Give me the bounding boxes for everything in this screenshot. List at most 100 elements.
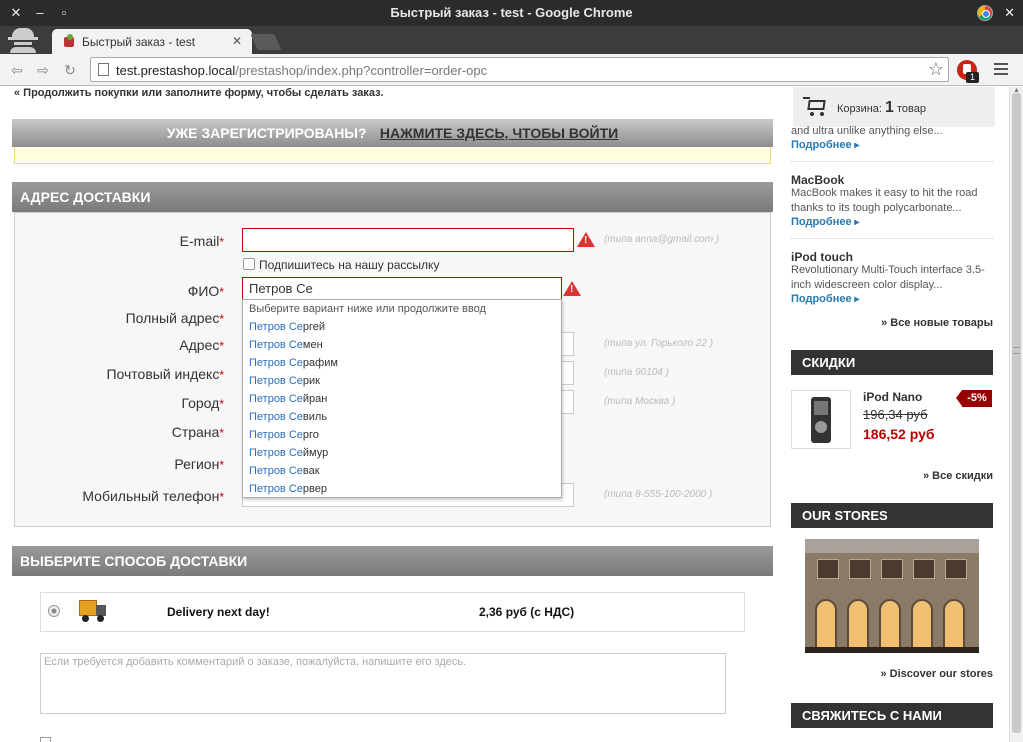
shipping-section-heading: ВЫБЕРИТЕ СПОСОБ ДОСТАВКИ [12, 546, 773, 576]
new-product-desc: MacBook makes it easy to hit the road th… [791, 187, 978, 214]
truck-icon [79, 600, 107, 622]
tab-close-icon[interactable]: ✕ [232, 34, 242, 48]
suggestion-item[interactable]: Петров Серго [249, 429, 319, 441]
more-link[interactable]: Подробнее [791, 216, 859, 228]
suggestion-item[interactable]: Петров Сервер [249, 483, 327, 495]
site-favicon-icon [64, 34, 74, 47]
new-price: 186,52 руб [863, 426, 935, 442]
email-hint: (типа anna@gmail.com ) [604, 234, 720, 245]
reload-icon[interactable]: ↻ [61, 61, 79, 79]
suggestion-item[interactable]: Петров Севиль [249, 411, 327, 423]
suggestion-item[interactable]: Петров Серафим [249, 357, 338, 369]
newsletter-checkbox[interactable] [243, 258, 255, 270]
suggestion-item[interactable]: Петров Сергей [249, 321, 325, 333]
newsletter-label: Подпишитесь на нашу рассылку [259, 258, 440, 272]
all-specials-link[interactable]: » Все скидки [923, 470, 993, 482]
country-label: Страна* [171, 424, 224, 440]
discover-stores-link[interactable]: » Discover our stores [881, 668, 994, 680]
all-new-products-link[interactable]: » Все новые товары [881, 317, 993, 329]
specials-heading: СКИДКИ [791, 350, 993, 375]
city-hint: (типа Москва ) [604, 396, 676, 407]
page-scrollbar[interactable]: ▲ [1009, 87, 1023, 742]
fio-suggestions-dropdown: Выберите вариант ниже или продолжите вво… [242, 299, 562, 498]
fio-field[interactable]: Петров Се [242, 277, 562, 301]
new-product-desc: and ultra unlike anything else... [791, 125, 943, 137]
stores-heading: OUR STORES [791, 503, 993, 528]
cart-icon [803, 97, 827, 117]
discount-badge: -5% [956, 390, 992, 407]
continue-shopping-line: « Продолжить покупки или заполните форму… [14, 87, 384, 99]
more-link[interactable]: Подробнее [791, 139, 859, 151]
phone-hint: (типа 8-555-100-2000 ) [604, 489, 713, 500]
carrier-price: 2,36 руб (с НДС) [479, 605, 575, 619]
email-warning-icon [577, 232, 595, 247]
login-notice-box [14, 147, 771, 164]
address-bar[interactable]: test.prestashop.local/prestashop/index.p… [90, 57, 949, 82]
url-path: /prestashop/index.php?controller=order-o… [235, 63, 488, 78]
postcode-hint: (типа 90104 ) [604, 367, 669, 378]
suggestion-item[interactable]: Петров Серик [249, 375, 320, 387]
already-registered-text: УЖЕ ЗАРЕГИСТРИРОВАНЫ? [166, 125, 367, 141]
page-viewport: « Продолжить покупки или заполните форму… [0, 87, 1023, 742]
forward-arrow-icon[interactable]: ⇨ [34, 61, 52, 79]
chrome-logo-icon [977, 5, 993, 21]
suggestions-header: Выберите вариант ниже или продолжите вво… [249, 303, 486, 315]
phone-label: Мобильный телефон* [82, 488, 224, 504]
carrier-name: Delivery next day! [167, 605, 270, 619]
divider [791, 161, 993, 162]
suggestion-item[interactable]: Петров Семен [249, 339, 323, 351]
ipod-nano-image[interactable] [791, 390, 851, 449]
window-close-icon[interactable]: ✕ [1004, 5, 1015, 21]
scrollbar-grip [1013, 347, 1020, 354]
login-bar: УЖЕ ЗАРЕГИСТРИРОВАНЫ? НАЖМИТЕ ЗДЕСЬ, ЧТО… [12, 119, 773, 147]
full-address-label: Полный адрес* [125, 310, 224, 326]
url-host: test.prestashop.local [116, 63, 236, 78]
region-label: Регион* [174, 456, 224, 472]
special-product-name[interactable]: iPod Nano [863, 390, 922, 404]
extension-badge: 1 [966, 72, 979, 83]
address-hint: (типа ул. Горького 22 ) [604, 338, 714, 349]
fio-label: ФИО* [187, 283, 224, 299]
back-arrow-icon[interactable]: ⇦ [8, 61, 26, 79]
window-title: Быстрый заказ - test - Google Chrome [390, 5, 633, 20]
store-photo[interactable] [805, 539, 979, 653]
carrier-radio[interactable] [48, 605, 60, 617]
chrome-menu-icon[interactable] [994, 63, 1008, 78]
order-comment-textarea[interactable]: Если требуется добавить комментарий о за… [40, 653, 726, 714]
email-field[interactable] [242, 228, 574, 252]
suggestion-item[interactable]: Петров Севак [249, 465, 320, 477]
suggestion-item[interactable]: Петров Сейран [249, 393, 327, 405]
continue-shopping-link[interactable]: « Продолжить покупки [14, 87, 138, 99]
tab-title: Быстрый заказ - test [82, 35, 196, 49]
cart-summary: Корзина: 1 товар [837, 99, 926, 116]
suggestion-item[interactable]: Петров Сеймур [249, 447, 328, 459]
email-label: E-mail* [179, 233, 224, 249]
scroll-up-icon[interactable]: ▲ [1013, 87, 1020, 94]
scrollbar-thumb[interactable] [1012, 93, 1021, 733]
url-text[interactable]: test.prestashop.local/prestashop/index.p… [116, 63, 487, 78]
login-link[interactable]: НАЖМИТЕ ЗДЕСЬ, ЧТОБЫ ВОЙТИ [380, 125, 618, 141]
old-price: 196,34 руб [863, 407, 928, 422]
bookmark-star-icon[interactable]: ☆ [928, 59, 944, 80]
new-tab-button[interactable] [250, 34, 282, 50]
terms-checkbox[interactable] [40, 737, 51, 742]
incognito-icon [6, 28, 40, 53]
divider [791, 238, 993, 239]
new-product-name[interactable]: iPod touch [791, 250, 853, 264]
cart-block[interactable]: Корзина: 1 товар [793, 87, 995, 127]
address-section-heading: АДРЕС ДОСТАВКИ [12, 182, 773, 212]
contact-heading: СВЯЖИТЕСЬ С НАМИ [791, 703, 993, 728]
continue-shopping-rest: или заполните форму, чтобы сделать заказ… [138, 87, 384, 99]
more-link[interactable]: Подробнее [791, 293, 859, 305]
tab-strip: Быстрый заказ - test ✕ [0, 26, 1023, 54]
postcode-label: Почтовый индекс* [106, 366, 224, 382]
tab-active[interactable]: Быстрый заказ - test ✕ [52, 29, 252, 54]
new-product-desc: Revolutionary Multi-Touch interface 3.5-… [791, 264, 985, 291]
page-icon [98, 63, 109, 76]
city-label: Город* [181, 395, 224, 411]
carrier-option[interactable]: Delivery next day! 2,36 руб (с НДС) [40, 592, 745, 632]
address-label: Адрес* [179, 337, 224, 353]
fio-warning-icon [563, 281, 581, 296]
browser-toolbar: ⇦ ⇨ ↻ test.prestashop.local/prestashop/i… [0, 54, 1023, 86]
new-product-name[interactable]: MacBook [791, 173, 844, 187]
